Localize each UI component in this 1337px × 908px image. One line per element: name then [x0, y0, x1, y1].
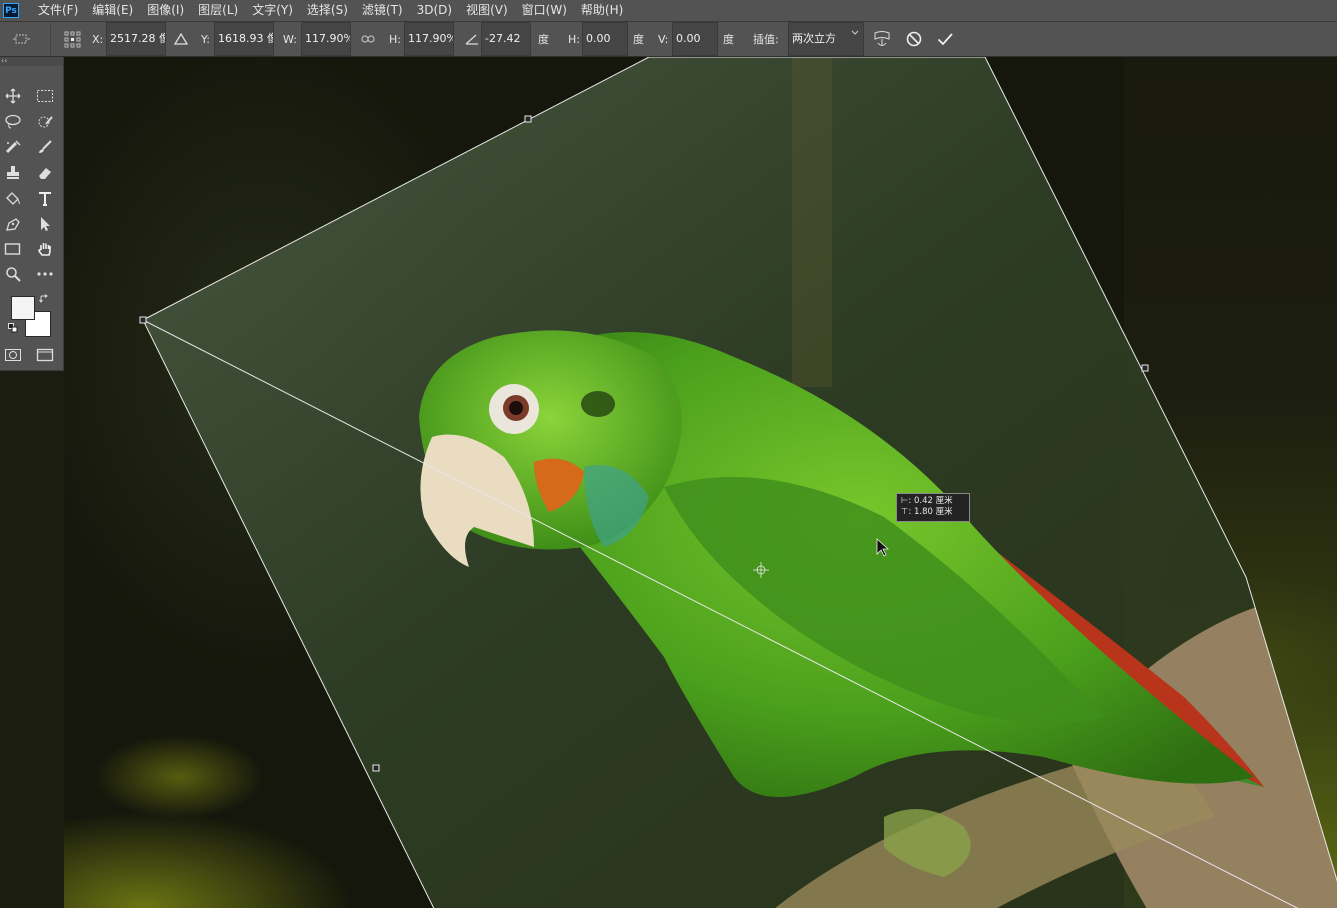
clone-stamp-tool-icon[interactable] [2, 163, 24, 183]
options-bar: X: 2517.28 像 Y: 1618.93 像 W: 117.90% H: … [0, 22, 1337, 57]
x-label: X: [92, 32, 104, 46]
parrot-pupil [509, 401, 523, 415]
commit-icon[interactable] [936, 22, 954, 56]
angle-field[interactable]: -27.42 [481, 22, 531, 56]
menu-view[interactable]: 视图(V) [459, 0, 515, 21]
angle-unit: 度 [538, 33, 549, 46]
menu-filter[interactable]: 滤镜(T) [355, 0, 410, 21]
transform-handle-right[interactable] [1141, 364, 1149, 372]
menu-help[interactable]: 帮助(H) [574, 0, 630, 21]
angle-icon [465, 22, 479, 56]
warp-icon[interactable] [873, 22, 891, 56]
pen-tool-icon[interactable] [2, 214, 24, 234]
quick-selection-tool-icon[interactable] [34, 112, 56, 132]
menu-layer[interactable]: 图层(L) [191, 0, 245, 21]
brush-tool-icon[interactable] [34, 137, 56, 157]
menu-bar: Ps 文件(F) 编辑(E) 图像(I) 图层(L) 文字(Y) 选择(S) 滤… [0, 0, 1337, 22]
menu-edit[interactable]: 编辑(E) [85, 0, 140, 21]
default-colors-icon[interactable] [6, 321, 20, 335]
transformed-layer[interactable] [64, 57, 1337, 908]
tooltip-line-1: ⊢: 0.42 厘米 [901, 496, 953, 506]
transform-handle-top[interactable] [524, 115, 532, 123]
rectangle-tool-icon[interactable] [2, 239, 24, 259]
type-tool-icon[interactable] [34, 189, 56, 209]
y-field[interactable]: 1618.93 像 [214, 22, 274, 56]
toolbox: ‹‹ [0, 57, 64, 371]
width-field[interactable]: 117.90% [301, 22, 351, 56]
menu-image[interactable]: 图像(I) [140, 0, 191, 21]
toolbox-collapse-handle[interactable]: ‹‹ [0, 57, 63, 66]
foreground-color-swatch[interactable] [11, 296, 35, 320]
path-selection-tool-icon[interactable] [34, 214, 56, 234]
hskew-field[interactable]: 0.00 [582, 22, 628, 56]
vskew-field[interactable]: 0.00 [672, 22, 718, 56]
hskew-label: H: [568, 32, 580, 46]
eraser-tool-icon[interactable] [34, 163, 56, 183]
x-field[interactable]: 2517.28 像 [106, 22, 166, 56]
tooltip-line-2: ⊤: 1.80 厘米 [901, 507, 953, 517]
photoshop-logo-icon[interactable]: Ps [3, 3, 19, 18]
quick-mask-icon[interactable] [2, 345, 24, 365]
interpolation-value: 两次立方 [792, 32, 836, 45]
paint-bucket-tool-icon[interactable] [2, 189, 24, 209]
cancel-icon[interactable] [905, 22, 923, 56]
interpolation-select[interactable]: 两次立方 [788, 22, 864, 56]
move-tool-icon[interactable] [2, 86, 24, 106]
menu-window[interactable]: 窗口(W) [515, 0, 574, 21]
delta-icon[interactable] [174, 22, 188, 56]
y-label: Y: [201, 32, 210, 46]
interpolation-label: 插值: [753, 33, 779, 46]
h-label: H: [389, 32, 401, 46]
menu-type[interactable]: 文字(Y) [245, 0, 300, 21]
screen-mode-icon[interactable] [34, 345, 56, 365]
hand-tool-icon[interactable] [34, 239, 56, 259]
marquee-tool-icon[interactable] [34, 86, 56, 106]
transform-icon[interactable] [12, 22, 32, 56]
transform-handle-left[interactable] [372, 764, 380, 772]
lasso-tool-icon[interactable] [2, 112, 24, 132]
height-field[interactable]: 117.90% [404, 22, 454, 56]
transform-handle-top-left[interactable] [139, 316, 147, 324]
chevron-down-icon [851, 23, 859, 47]
reference-point-icon[interactable] [63, 22, 83, 56]
hskew-unit: 度 [633, 33, 644, 46]
document-canvas[interactable]: ⊢: 0.42 厘米 ⊤: 1.80 厘米 [64, 57, 1337, 908]
ghost-eye [581, 391, 615, 417]
zoom-tool-icon[interactable] [2, 264, 24, 284]
w-label: W: [283, 32, 297, 46]
more-tools-icon[interactable] [34, 264, 56, 284]
stick-shape [792, 57, 832, 387]
link-icon[interactable] [361, 22, 375, 56]
separator [50, 22, 51, 56]
menu-3d[interactable]: 3D(D) [410, 0, 459, 21]
menu-file[interactable]: 文件(F) [31, 0, 85, 21]
vskew-unit: 度 [723, 33, 734, 46]
menu-select[interactable]: 选择(S) [300, 0, 355, 21]
vskew-label: V: [658, 32, 669, 46]
swap-colors-icon[interactable] [37, 292, 51, 306]
measure-tooltip: ⊢: 0.42 厘米 ⊤: 1.80 厘米 [896, 493, 970, 522]
spot-healing-tool-icon[interactable] [2, 137, 24, 157]
